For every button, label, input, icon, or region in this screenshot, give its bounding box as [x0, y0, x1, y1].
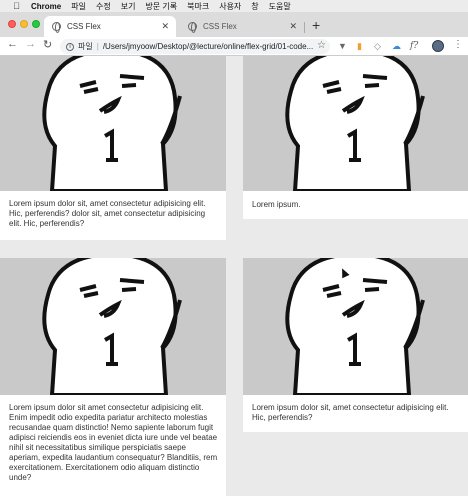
extension-bookmark-icon[interactable]: ▮	[357, 41, 362, 51]
menu-item-help[interactable]: 도움말	[269, 1, 291, 12]
card: Lorem ipsum.	[243, 56, 468, 219]
extension-funnel-icon[interactable]: ▼	[338, 41, 347, 51]
character-illustration	[42, 258, 182, 395]
menu-item-bookmarks[interactable]: 북마크	[187, 1, 209, 12]
card-text: Lorem ipsum dolor sit, amet consectetur …	[252, 403, 449, 422]
globe-icon	[188, 22, 197, 33]
tab-divider	[304, 22, 305, 33]
address-separator: |	[96, 42, 99, 51]
reload-icon[interactable]: ↻	[43, 38, 52, 51]
info-icon[interactable]: i	[66, 42, 74, 51]
character-image	[0, 258, 226, 395]
apple-menu-icon[interactable]: 	[12, 1, 21, 11]
profile-avatar[interactable]	[432, 40, 444, 52]
menu-item-people[interactable]: 사용자	[219, 1, 241, 12]
menu-item-edit[interactable]: 수정	[96, 1, 111, 12]
character-illustration	[285, 56, 425, 191]
character-image	[243, 258, 468, 395]
extension-cloud-icon[interactable]: ☁	[392, 41, 401, 51]
forward-arrow-icon[interactable]: →	[25, 38, 36, 50]
card-text: Lorem ipsum dolor sit, amet consectetur …	[9, 199, 206, 228]
menu-item-window[interactable]: 창	[251, 1, 258, 12]
character-image	[243, 56, 468, 191]
close-window-button[interactable]	[8, 20, 16, 28]
card: Lorem ipsum dolor sit, amet consectetur …	[0, 56, 226, 240]
globe-icon	[52, 22, 61, 33]
card: Lorem ipsum dolor sit amet consectetur a…	[0, 258, 226, 496]
card-text: Lorem ipsum dolor sit amet consectetur a…	[9, 403, 218, 482]
address-scheme: 파일	[78, 42, 93, 51]
minimize-window-button[interactable]	[20, 20, 28, 28]
character-image	[0, 56, 226, 191]
card: Lorem ipsum dolor sit, amet consectetur …	[243, 258, 468, 432]
address-bar[interactable]: i 파일 | /Users/jmyoow/Desktop/@lecture/on…	[60, 39, 330, 54]
character-illustration	[42, 56, 182, 191]
zoom-window-button[interactable]	[32, 20, 40, 28]
menu-item-view[interactable]: 보기	[121, 1, 136, 12]
menu-item-file[interactable]: 파일	[71, 1, 86, 12]
back-arrow-icon[interactable]: ←	[7, 38, 18, 50]
tab-css-flex-active[interactable]: CSS Flex ✕	[44, 16, 176, 37]
browser-toolbar: ← → ↻ i 파일 | /Users/jmyoow/Desktop/@lect…	[0, 37, 468, 56]
close-tab-icon[interactable]: ✕	[161, 21, 169, 32]
tab-title: CSS Flex	[67, 22, 101, 31]
tab-strip: CSS Flex ✕ CSS Flex ✕ +	[0, 12, 468, 37]
page-content: Lorem ipsum dolor sit, amet consectetur …	[0, 56, 468, 496]
macos-menu-bar:  Chrome 파일 수정 보기 방문 기록 북마크 사용자 창 도움말	[0, 0, 468, 12]
card-text: Lorem ipsum.	[252, 200, 301, 209]
tab-title: CSS Flex	[203, 22, 237, 31]
character-illustration	[285, 258, 425, 395]
extension-tag-icon[interactable]: ◇	[374, 41, 381, 51]
chrome-menu-icon[interactable]: ⋮	[453, 39, 463, 50]
tab-css-flex[interactable]: CSS Flex ✕	[180, 16, 304, 37]
bookmark-star-icon[interactable]: ☆	[317, 40, 326, 51]
menu-item-history[interactable]: 방문 기록	[145, 1, 177, 12]
new-tab-button[interactable]: +	[312, 17, 320, 33]
close-tab-icon[interactable]: ✕	[289, 21, 297, 32]
extension-function-icon[interactable]: f?	[410, 41, 418, 51]
menu-app-name[interactable]: Chrome	[31, 2, 61, 11]
address-url: /Users/jmyoow/Desktop/@lecture/online/fl…	[102, 42, 314, 51]
